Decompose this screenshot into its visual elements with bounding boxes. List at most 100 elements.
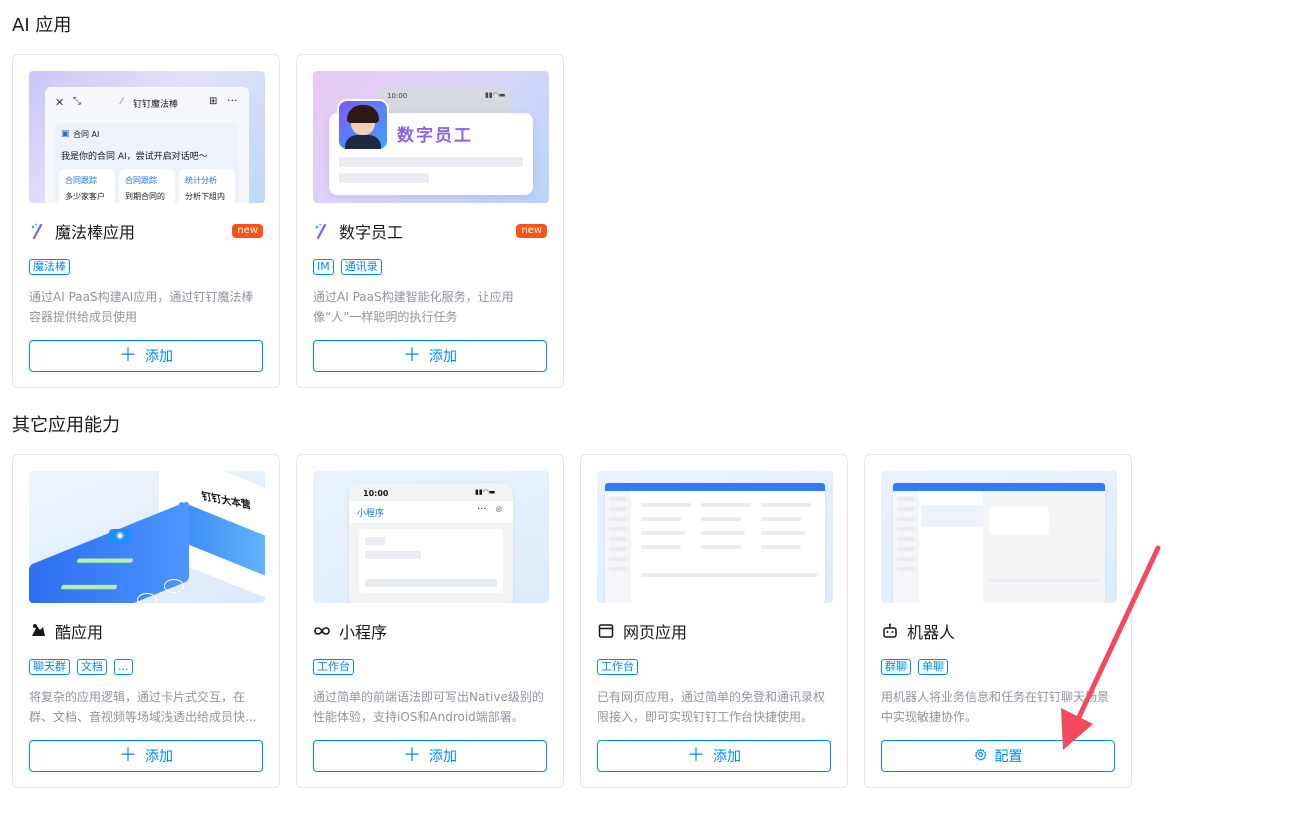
plus-icon: ＋: [119, 345, 137, 366]
phone-mock: 10:00 ▮▮◠▬ 小程序 ··· ⊗: [349, 483, 513, 603]
close-icon: ✕: [55, 96, 65, 109]
card-tags: 工作台: [313, 659, 354, 675]
browser-window-icon: [597, 622, 615, 640]
panel-caption: 钉钉大本营: [200, 490, 253, 512]
tag: 魔法棒: [29, 259, 70, 275]
add-button-label: 添加: [145, 749, 173, 765]
card-digital-employee: 10:00 ▮▮◠▬ 数字员工 数字员工 new IM 通讯录 通过AI Paa…: [296, 54, 564, 388]
configure-button[interactable]: 配置: [881, 740, 1115, 772]
assistant-greeting: 我是你的合同 AI，尝试开启对话吧～: [61, 152, 208, 162]
phone-time: 10:00: [363, 489, 389, 498]
card-name: 小程序: [339, 623, 388, 642]
card-description: 已有网页应用，通过简单的免登和通讯录权限接入，即可实现钉钉工作台快捷使用。: [597, 690, 826, 724]
desktop-window-mock: [605, 483, 825, 603]
new-chat-icon: ⊞: [209, 96, 218, 107]
tag-more[interactable]: ...: [114, 659, 133, 675]
card-name-row: 酷应用: [29, 619, 263, 643]
card-name: 酷应用: [55, 623, 104, 642]
card-preview: [597, 471, 833, 603]
magic-wand-window: ✕ ⤡ ⁄ 钉钉魔法棒 ⊞ ··· ▣ 合同 AI 我是你的合同 AI，尝试开启…: [45, 87, 249, 203]
assistant-panel: ▣ 合同 AI 我是你的合同 AI，尝试开启对话吧～ 合同跟踪 多少家客户 合同…: [55, 123, 239, 203]
card-tags: 魔法棒: [29, 259, 70, 275]
card-name-row: 机器人: [881, 619, 1115, 643]
doc-icon: ▣: [61, 129, 70, 139]
card-name-row: 数字员工 new: [313, 219, 547, 243]
tag: 文档: [77, 659, 107, 675]
tag: 群聊: [881, 659, 911, 675]
card-description: 将复杂的应用逻辑，通过卡片式交互，在群、文档、音视频等场域浅透出给成员快...: [29, 690, 257, 724]
card-description: 用机器人将业务信息和任务在钉钉聊天场景中实现敏捷协作。: [881, 690, 1110, 724]
add-button[interactable]: ＋ 添加: [313, 340, 547, 372]
add-button-label: 添加: [145, 349, 173, 365]
more-icon: ···: [477, 504, 487, 515]
assistant-name: 合同 AI: [73, 130, 100, 139]
tag: 通讯录: [340, 259, 382, 275]
signal-icon: ▮▮◠▬: [475, 488, 496, 496]
add-button[interactable]: ＋ 添加: [29, 740, 263, 772]
prompt-chip: 合同跟踪 多少家客户: [59, 169, 115, 203]
digital-employee-title: 数字员工: [397, 126, 473, 146]
expand-icon: ⤡: [73, 96, 81, 107]
add-button[interactable]: ＋ 添加: [597, 740, 831, 772]
infinity-icon: [313, 622, 331, 640]
app-logo-icon: ◉: [109, 529, 131, 543]
close-circle-icon: ⊗: [495, 505, 503, 515]
card-preview: [881, 471, 1117, 603]
configure-button-label: 配置: [994, 749, 1023, 765]
phone-time: 10:00: [387, 92, 408, 100]
magic-wand-icon: [313, 222, 331, 240]
card-name-row: 小程序: [313, 619, 547, 643]
more-icon: ···: [227, 94, 238, 107]
card-tags: IM 通讯录: [313, 259, 382, 275]
cool-app-icon: [29, 622, 47, 640]
card-tags: 群聊 单聊: [881, 659, 948, 675]
card-name: 机器人: [907, 623, 956, 642]
card-robot: 机器人 群聊 单聊 用机器人将业务信息和任务在钉钉聊天场景中实现敏捷协作。 配置: [864, 454, 1132, 788]
card-description: 通过AI PaaS构建AI应用，通过钉钉魔法棒容器提供给成员使用: [29, 290, 254, 324]
digital-employee-card: 数字员工: [329, 99, 533, 195]
plus-icon: ＋: [403, 345, 421, 366]
new-badge: new: [516, 224, 547, 238]
card-preview: 10:00 ▮▮◠▬ 数字员工: [313, 71, 549, 203]
plus-icon: ＋: [403, 745, 421, 766]
new-badge: new: [232, 224, 263, 238]
tag: 聊天群: [29, 659, 70, 675]
add-button-label: 添加: [429, 349, 457, 365]
avatar: [337, 99, 389, 151]
tag: 单聊: [918, 659, 948, 675]
card-web-app: 网页应用 工作台 已有网页应用，通过简单的免登和通讯录权限接入，即可实现钉钉工作…: [580, 454, 848, 788]
card-preview: 钉钉大本营 ◉: [29, 471, 265, 603]
gear-icon: [974, 748, 987, 765]
magic-wand-icon: [29, 222, 47, 240]
card-name-row: 魔法棒应用 new: [29, 219, 263, 243]
tag: 工作台: [597, 659, 638, 675]
section-title-ai: AI 应用: [12, 15, 72, 36]
add-button[interactable]: ＋ 添加: [313, 740, 547, 772]
plus-icon: ＋: [687, 745, 705, 766]
card-name: 魔法棒应用: [55, 223, 136, 242]
tag: 工作台: [313, 659, 354, 675]
card-cool-app: 钉钉大本营 ◉ 酷应用 聊天群 文档 ... 将复杂的应用逻辑，通过卡片式交互，…: [12, 454, 280, 788]
card-magic-wand-app: ✕ ⤡ ⁄ 钉钉魔法棒 ⊞ ··· ▣ 合同 AI 我是你的合同 AI，尝试开启…: [12, 54, 280, 388]
card-description: 通过AI PaaS构建智能化服务，让应用像“人”一样聪明的执行任务: [313, 290, 514, 324]
window-title: 钉钉魔法棒: [133, 100, 179, 110]
tag: IM: [313, 259, 334, 275]
card-mini-program: 10:00 ▮▮◠▬ 小程序 ··· ⊗ 小程序 工作台 通过简单的前端语法即可…: [296, 454, 564, 788]
card-tags: 聊天群 文档 ...: [29, 659, 133, 675]
section-title-other: 其它应用能力: [12, 415, 120, 436]
add-button[interactable]: ＋ 添加: [29, 340, 263, 372]
card-description: 通过简单的前端语法即可写出Native级别的性能体验，支持iOS和Android…: [313, 690, 544, 724]
chat-window-mock: [893, 483, 1105, 603]
add-button-label: 添加: [429, 749, 457, 765]
mini-program-title: 小程序: [357, 509, 385, 519]
robot-icon: [881, 622, 899, 640]
card-preview: ✕ ⤡ ⁄ 钉钉魔法棒 ⊞ ··· ▣ 合同 AI 我是你的合同 AI，尝试开启…: [29, 71, 265, 203]
prompt-chip: 合同跟踪 到期合同的: [119, 169, 175, 203]
magic-wand-icon: ⁄: [121, 97, 123, 107]
card-name: 数字员工: [339, 223, 404, 242]
add-button-label: 添加: [713, 749, 741, 765]
card-name-row: 网页应用: [597, 619, 831, 643]
card-preview: 10:00 ▮▮◠▬ 小程序 ··· ⊗: [313, 471, 549, 603]
plus-icon: ＋: [119, 745, 137, 766]
card-tags: 工作台: [597, 659, 638, 675]
